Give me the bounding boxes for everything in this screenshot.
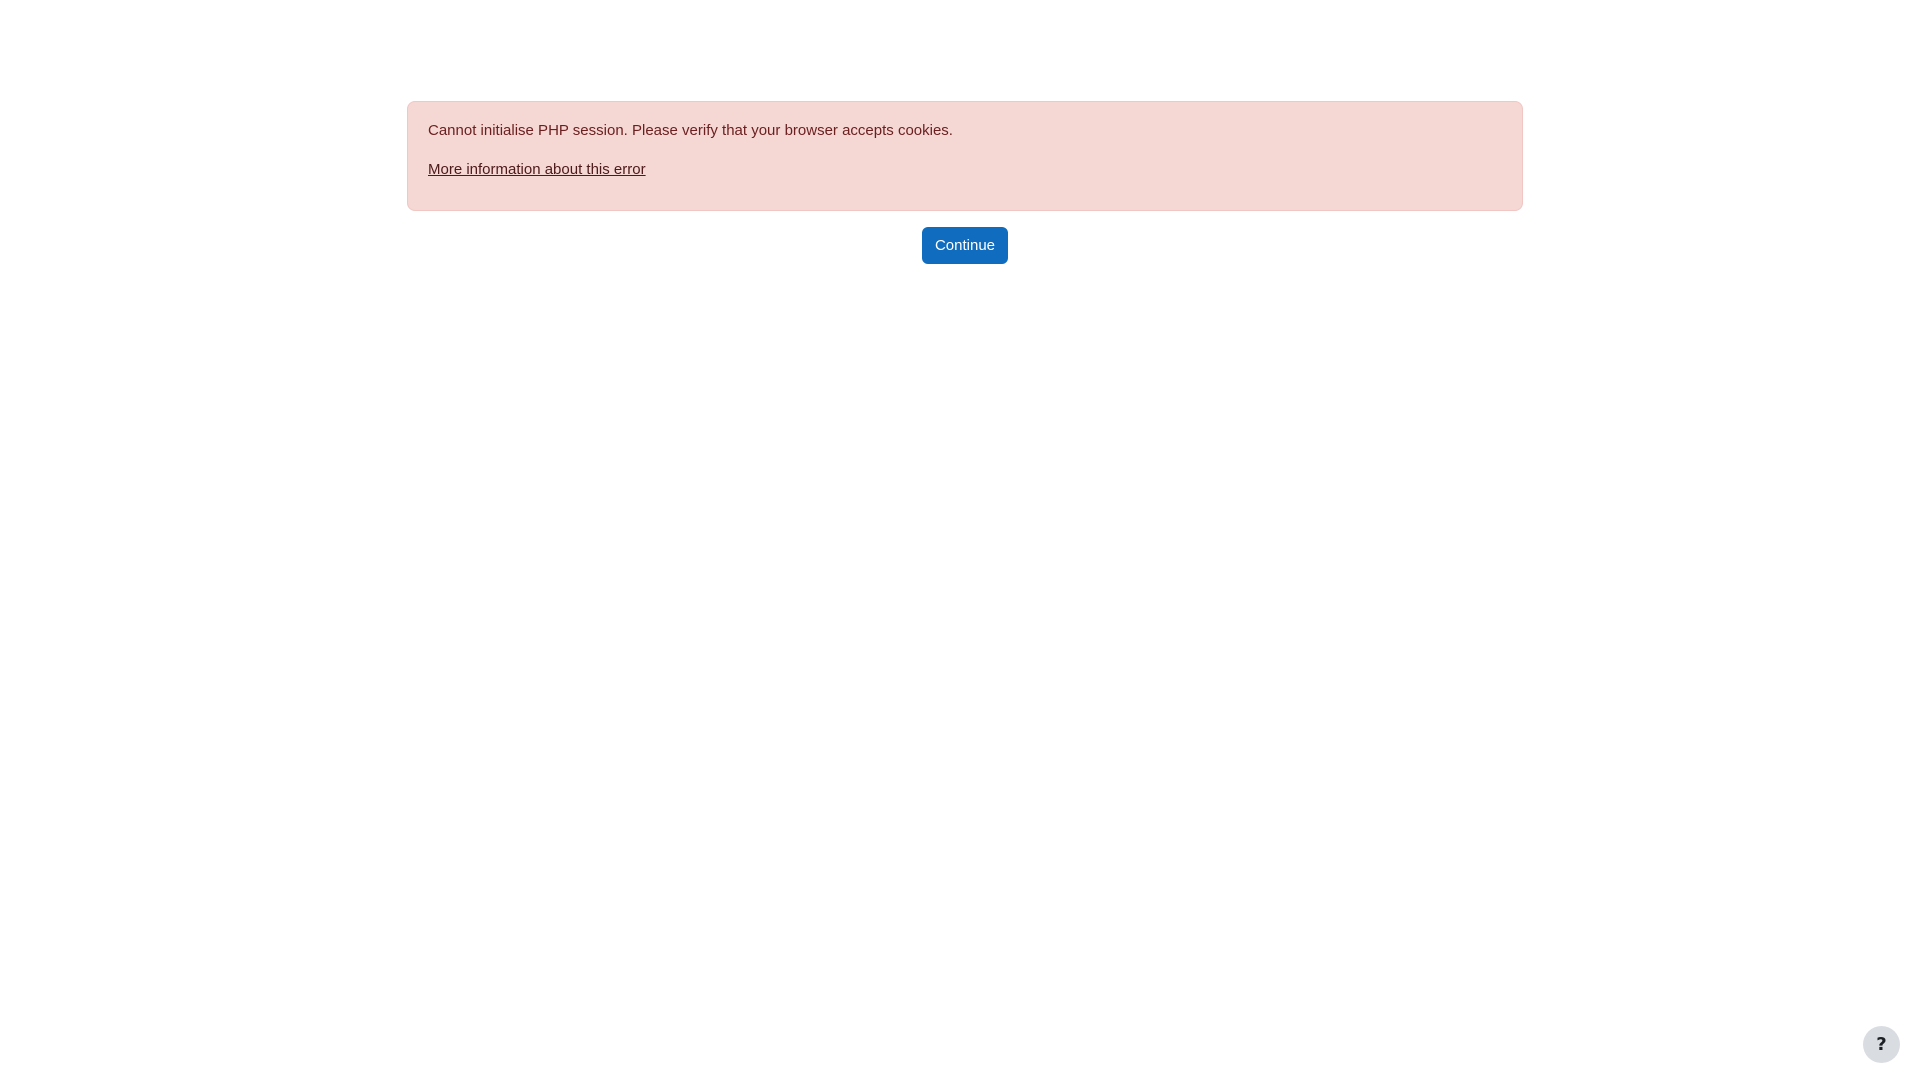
error-message: Cannot initialise PHP session. Please ve…	[428, 122, 953, 139]
actions: Continue	[407, 227, 1523, 264]
error-alert: Cannot initialise PHP session. Please ve…	[407, 101, 1523, 211]
error-info-link[interactable]: More information about this error	[428, 161, 646, 178]
main-content: Cannot initialise PHP session. Please ve…	[407, 101, 1523, 264]
error-page: Cannot initialise PHP session. Please ve…	[0, 0, 1920, 1080]
help-button[interactable]: ?	[1863, 1026, 1900, 1063]
question-mark-icon: ?	[1876, 1034, 1887, 1055]
continue-button[interactable]: Continue	[921, 227, 1009, 264]
